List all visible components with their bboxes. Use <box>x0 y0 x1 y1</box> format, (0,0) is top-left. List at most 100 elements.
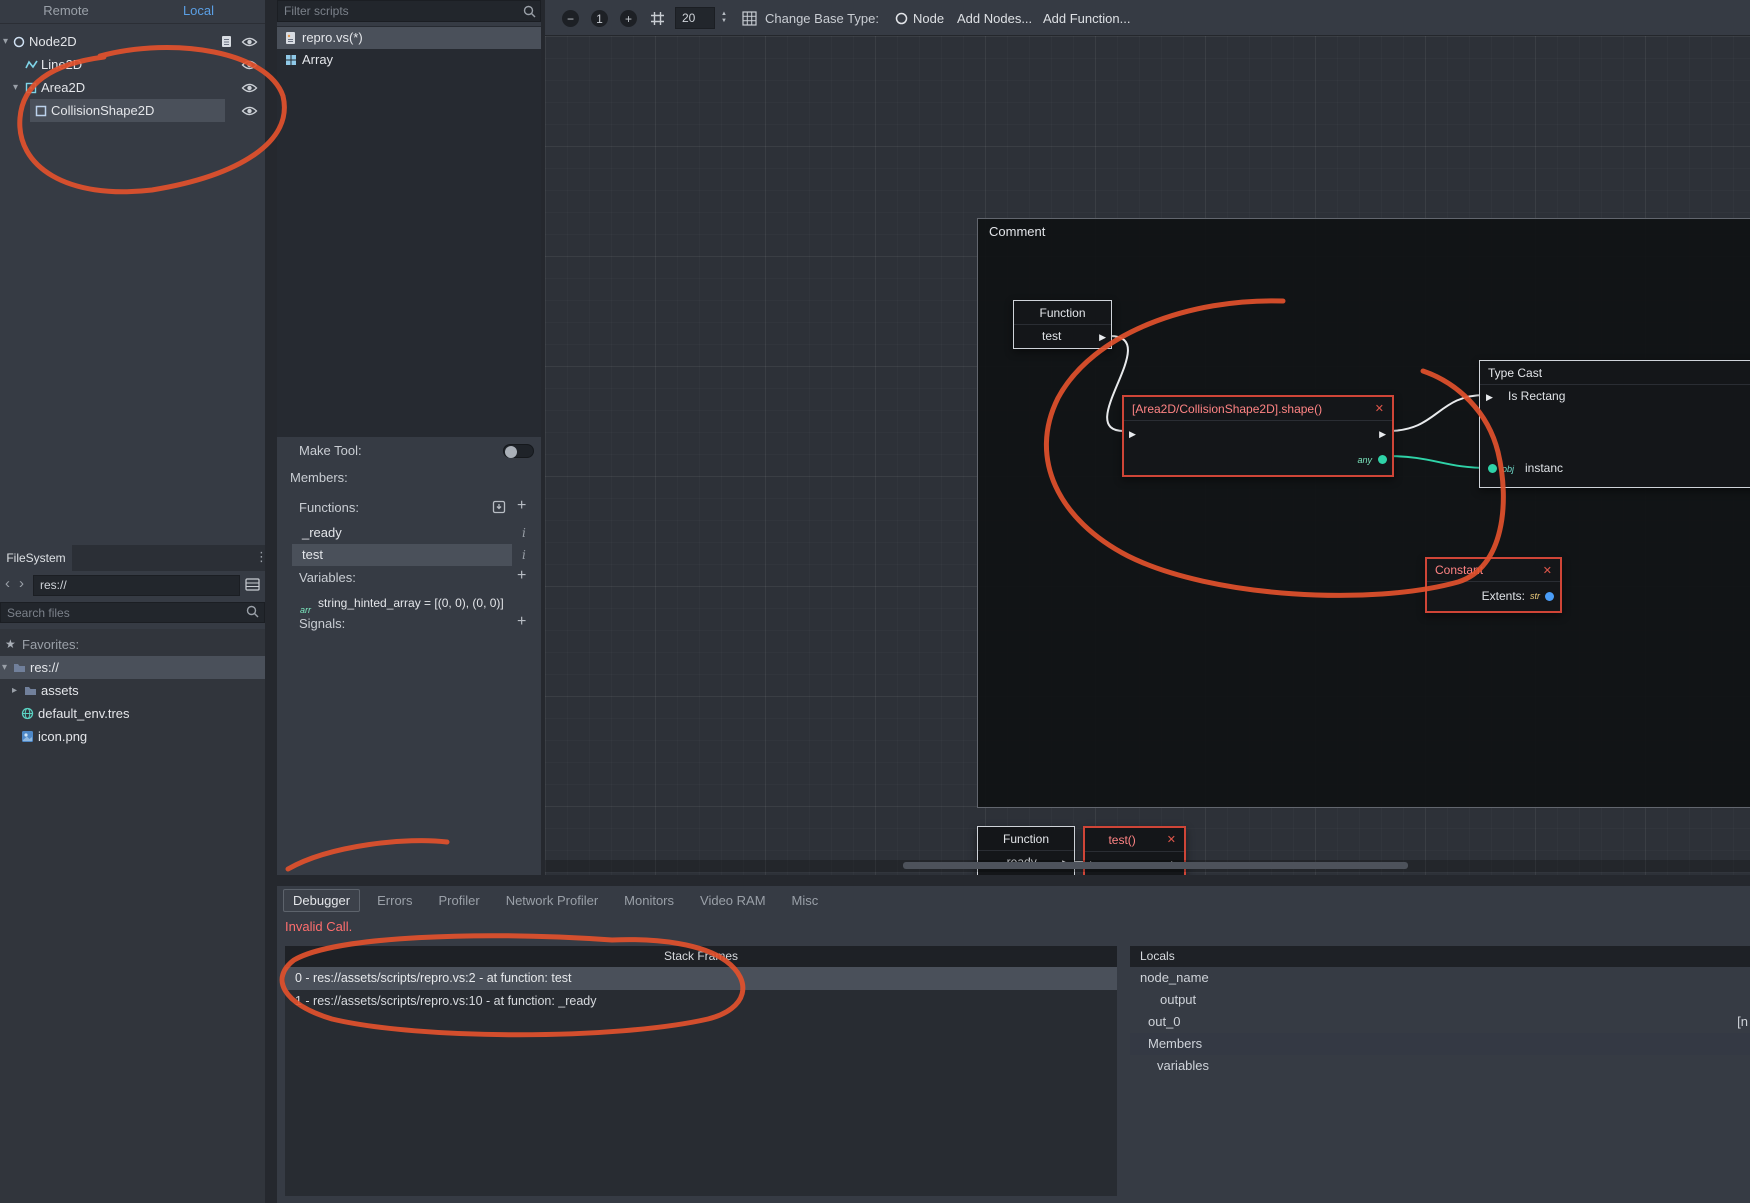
tab-monitors[interactable]: Monitors <box>615 890 683 911</box>
folder-icon <box>13 662 26 673</box>
constant-node[interactable]: Constant ✕ Extents: str <box>1425 557 1562 613</box>
locals-row[interactable]: variables <box>1130 1055 1750 1077</box>
add-function-icon[interactable]: + <box>517 498 526 514</box>
shape-call-node[interactable]: [Area2D/CollisionShape2D].shape() ✕ ▶ ▶ … <box>1122 395 1394 477</box>
graph-canvas[interactable]: Comment Function test ▶ [Area2D/Collisio… <box>545 36 1750 875</box>
script-item-repro[interactable]: repro.vs(*) <box>277 27 541 49</box>
h-scrollbar-track[interactable] <box>545 860 1750 872</box>
locals-row-members[interactable]: Members <box>1130 1033 1750 1055</box>
area2d-icon <box>25 82 37 94</box>
seq-in-port[interactable]: ▶ <box>1129 430 1136 439</box>
stack-frame-row[interactable]: 1 - res://assets/scripts/repro.vs:10 - a… <box>285 990 1117 1013</box>
close-icon[interactable]: ✕ <box>1543 564 1552 577</box>
locals-row[interactable]: node_name <box>1130 967 1750 989</box>
tree-node-label: Line2D <box>41 57 83 72</box>
tab-local[interactable]: Local <box>132 3 265 18</box>
stack-frames-header: Stack Frames <box>285 946 1117 967</box>
expand-caret-icon[interactable]: ▸ <box>12 679 17 702</box>
tab-profiler[interactable]: Profiler <box>430 890 489 911</box>
collapse-caret-icon[interactable]: ▾ <box>13 76 18 99</box>
seq-in-port[interactable]: ▶ <box>1486 393 1493 402</box>
node-row: ▶ ▶ <box>1124 421 1392 447</box>
filesystem-tree: ★ Favorites: ▾ res:// ▸ assets default_e… <box>0 629 265 1203</box>
make-tool-toggle[interactable] <box>503 444 534 458</box>
path-field[interactable]: res:// <box>33 575 240 596</box>
tab-misc[interactable]: Misc <box>783 890 828 911</box>
visibility-icon[interactable] <box>241 36 258 48</box>
search-files-input[interactable] <box>0 602 265 623</box>
snap-value-field[interactable]: 20 <box>675 7 715 29</box>
fs-item-label: icon.png <box>38 729 88 744</box>
folder-icon <box>24 685 37 696</box>
stack-frame-row[interactable]: 0 - res://assets/scripts/repro.vs:2 - at… <box>285 967 1117 990</box>
data-out-port[interactable] <box>1545 591 1554 601</box>
minimap-icon[interactable] <box>742 11 757 26</box>
nav-back-icon[interactable]: ‹ <box>5 575 10 592</box>
visibility-icon[interactable] <box>241 82 258 94</box>
info-icon[interactable]: i <box>522 522 526 544</box>
fs-item-label: default_env.tres <box>38 706 130 721</box>
fs-row-default-env[interactable]: default_env.tres <box>0 702 265 725</box>
scene-tab-bar: Remote Local <box>0 0 265 24</box>
collapse-caret-icon[interactable]: ▾ <box>2 656 7 679</box>
override-function-icon[interactable] <box>492 500 506 514</box>
tree-row-collisionshape2d[interactable]: CollisionShape2D <box>0 99 265 122</box>
type-cast-node[interactable]: Type Cast ▶ Is Rectang obj instanc <box>1479 360 1750 488</box>
tree-row-line2d[interactable]: Line2D <box>0 53 265 76</box>
add-function-button[interactable]: Add Function... <box>1043 11 1130 26</box>
h-scrollbar-thumb[interactable] <box>903 862 1408 869</box>
function-test-node[interactable]: Function test ▶ <box>1013 300 1112 349</box>
local-name: output <box>1160 992 1197 1007</box>
filter-scripts-input[interactable] <box>277 0 541 22</box>
fs-row-res[interactable]: ▾ res:// <box>0 656 265 679</box>
spin-down-icon[interactable]: ▼ <box>721 18 727 25</box>
close-icon[interactable]: ✕ <box>1375 402 1384 415</box>
info-icon[interactable]: i <box>522 544 526 566</box>
filesystem-tab[interactable]: FileSystem <box>0 545 72 571</box>
spin-up-icon[interactable]: ▲ <box>721 11 727 18</box>
filesystem-tab-strip: FileSystem ⋮ <box>0 545 268 571</box>
fs-item-label: assets <box>41 683 79 698</box>
tab-errors[interactable]: Errors <box>368 890 421 911</box>
data-out-port[interactable] <box>1378 455 1387 464</box>
base-type-button[interactable]: Node <box>913 11 944 26</box>
nav-forward-icon[interactable]: › <box>19 575 24 592</box>
function-name: test <box>302 547 323 562</box>
tab-debugger[interactable]: Debugger <box>283 889 361 912</box>
collapse-caret-icon[interactable]: ▾ <box>3 30 8 53</box>
locals-row[interactable]: out_0 [n <box>1130 1011 1750 1033</box>
add-signal-icon[interactable]: + <box>517 614 526 630</box>
add-nodes-button[interactable]: Add Nodes... <box>957 11 1032 26</box>
zoom-out-icon[interactable]: − <box>562 10 579 27</box>
node-header: [Area2D/CollisionShape2D].shape() ✕ <box>1124 397 1392 421</box>
visibility-icon[interactable] <box>241 105 258 117</box>
fs-row-assets[interactable]: ▸ assets <box>0 679 265 702</box>
visibility-icon[interactable] <box>241 59 258 71</box>
data-in-port[interactable] <box>1488 464 1497 473</box>
function-row-ready[interactable]: _ready i <box>277 522 541 544</box>
snap-spinner[interactable]: ▲ ▼ <box>721 11 727 24</box>
locals-row[interactable]: output <box>1130 989 1750 1011</box>
function-row-test[interactable]: test i <box>277 544 541 566</box>
view-mode-icon[interactable] <box>245 577 260 592</box>
tab-video-ram[interactable]: Video RAM <box>691 890 775 911</box>
close-icon[interactable]: ✕ <box>1167 833 1176 846</box>
variable-row[interactable]: arr string_hinted_array = [(0, 0), (0, 0… <box>277 592 541 615</box>
fs-row-icon-png[interactable]: icon.png <box>0 725 265 748</box>
change-base-type-label: Change Base Type: <box>765 11 879 26</box>
tree-row-node2d[interactable]: ▾ Node2D <box>0 30 265 53</box>
seq-out-port[interactable]: ▶ <box>1099 333 1106 342</box>
zoom-in-icon[interactable]: + <box>620 10 637 27</box>
zoom-reset-icon[interactable]: 1 <box>591 10 608 27</box>
tab-remote[interactable]: Remote <box>0 3 132 18</box>
add-variable-icon[interactable]: + <box>517 568 526 584</box>
script-icon[interactable] <box>221 35 232 48</box>
search-icon <box>246 605 259 618</box>
tree-row-area2d[interactable]: ▾ Area2D <box>0 76 265 99</box>
script-item-array[interactable]: Array <box>277 49 541 71</box>
snap-grid-icon[interactable] <box>650 11 665 26</box>
seq-out-port[interactable]: ▶ <box>1379 430 1386 439</box>
tab-network-profiler[interactable]: Network Profiler <box>497 890 607 911</box>
any-type-label: any <box>1357 455 1372 465</box>
panel-options-icon[interactable]: ⋮ <box>255 549 268 565</box>
